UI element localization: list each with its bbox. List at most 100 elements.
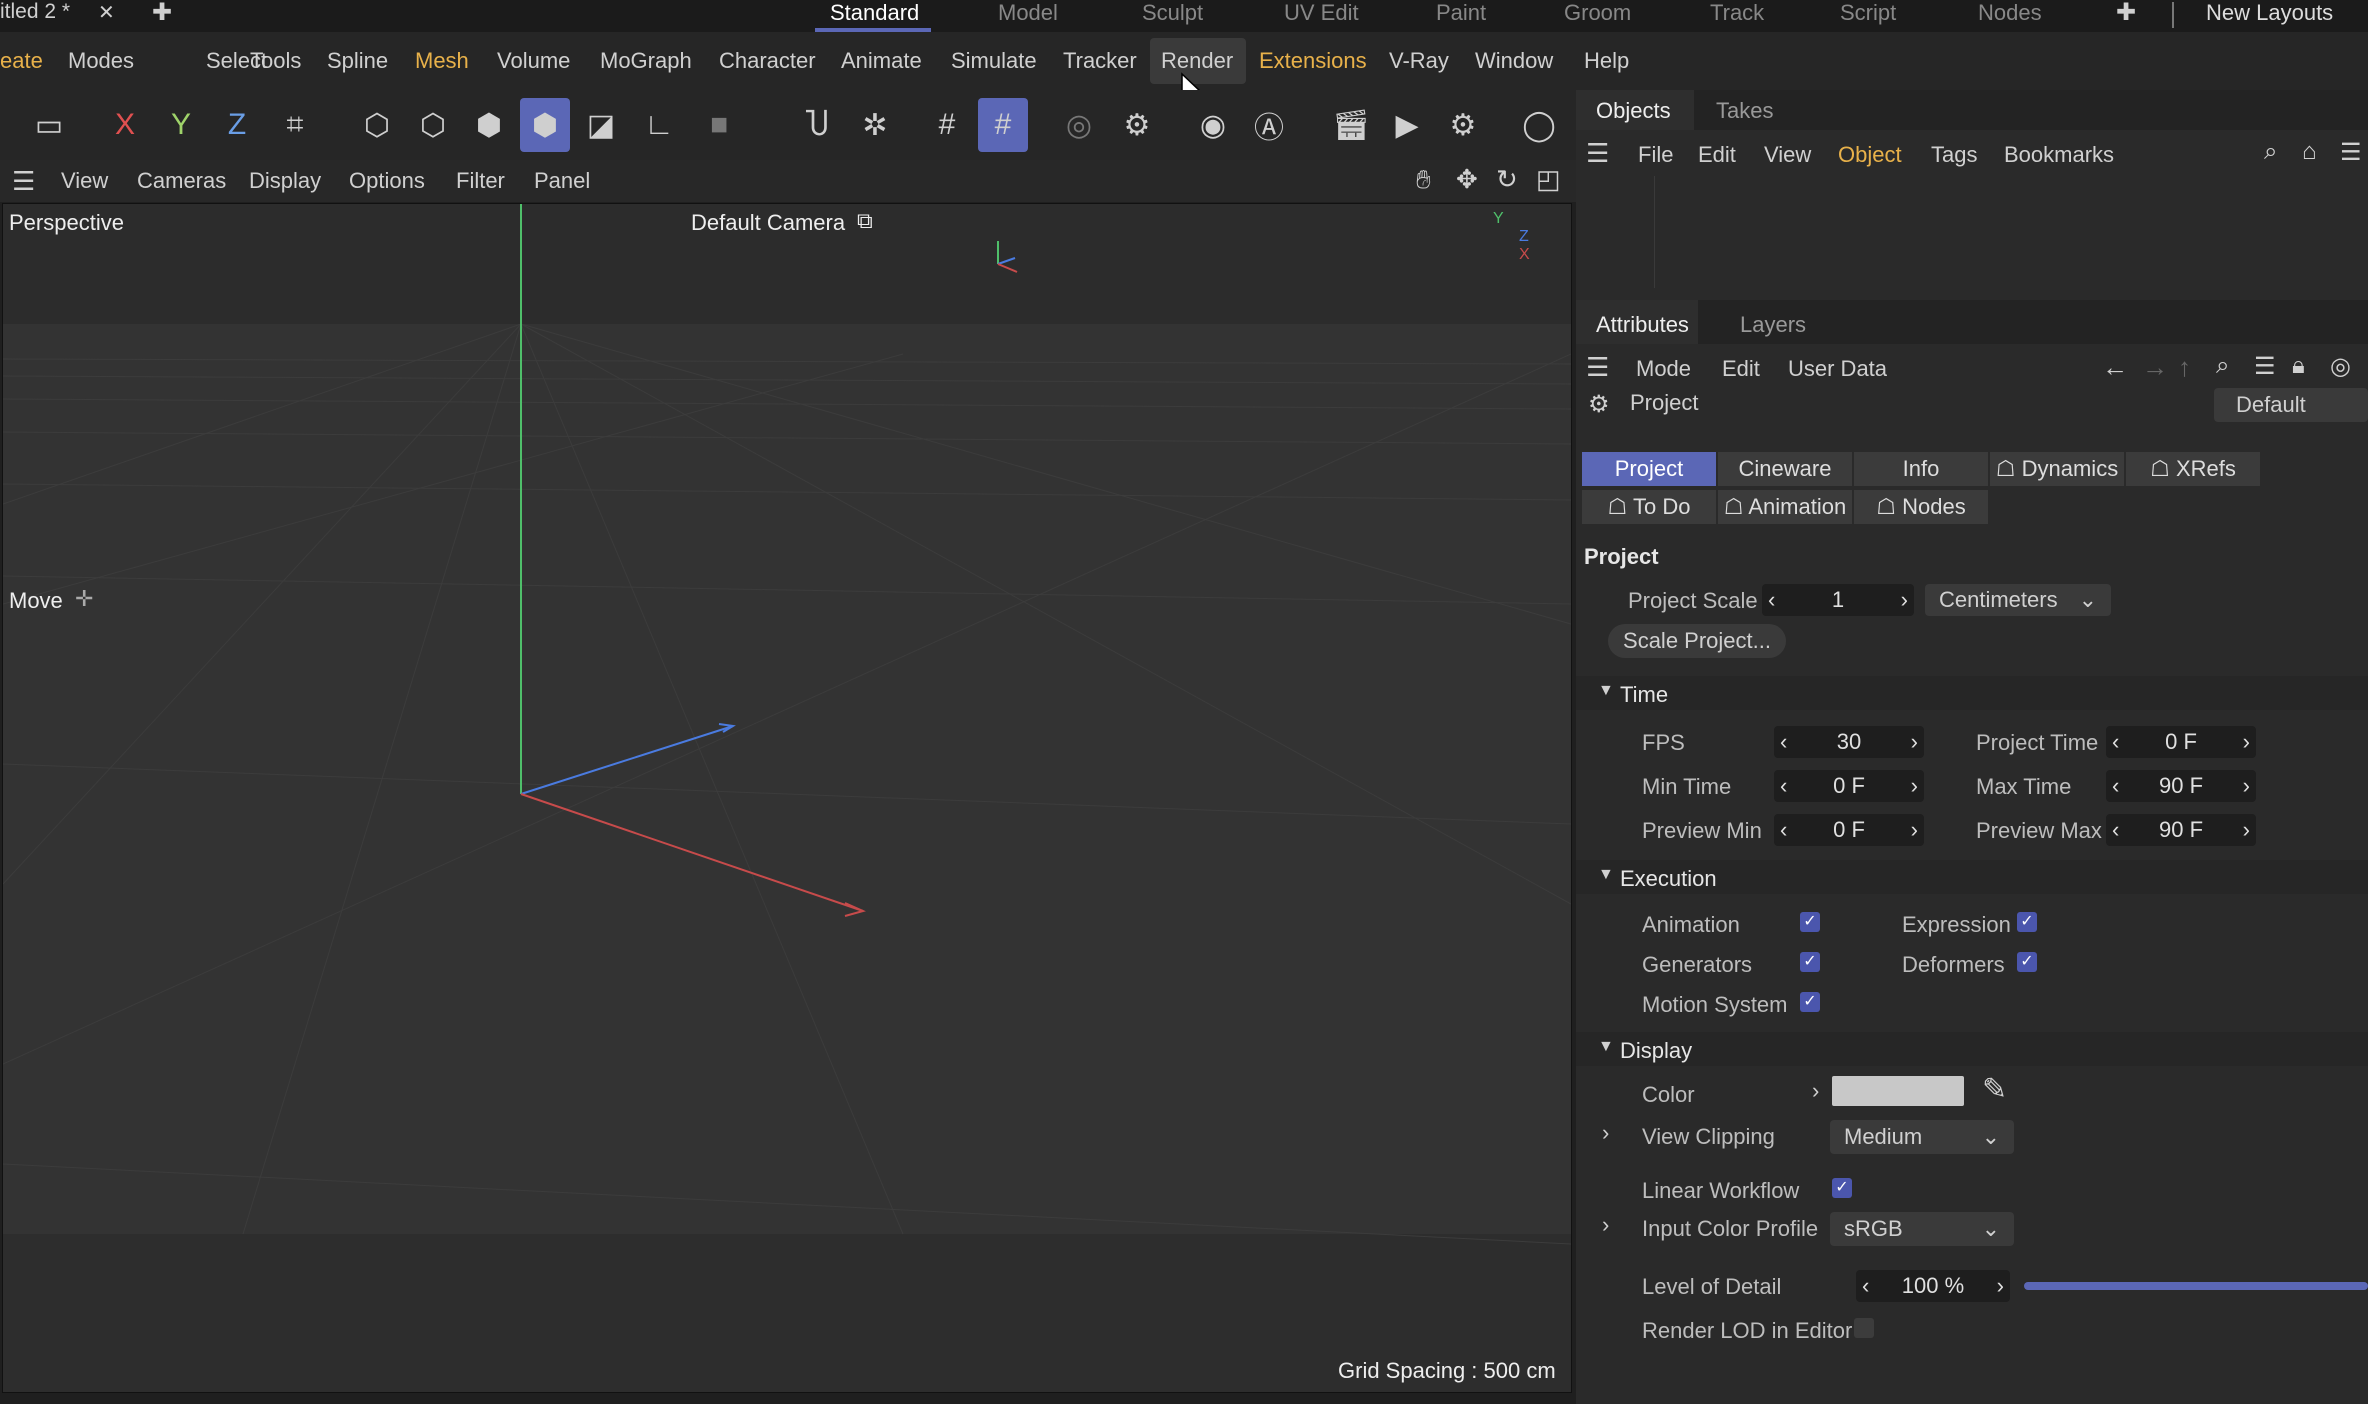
attributes-hamburger-icon[interactable]: ☰: [1586, 352, 1609, 383]
layout-script[interactable]: Script: [1840, 0, 1896, 26]
project-scale-unit-dropdown[interactable]: Centimeters ⌄: [1925, 584, 2111, 616]
snap-settings-icon[interactable]: ✲: [850, 98, 900, 152]
eyedropper-icon[interactable]: ✎: [1982, 1072, 2007, 1107]
viewport-menu-options[interactable]: Options: [349, 168, 425, 194]
tab-todo[interactable]: ☖ To Do: [1582, 490, 1716, 524]
deformers-checkbox[interactable]: ✓: [2017, 952, 2037, 972]
hamburger-menu-icon[interactable]: ☰: [12, 166, 35, 197]
menu-tracker[interactable]: Tracker: [1063, 48, 1137, 74]
lock-icon[interactable]: 🔒︎: [2292, 352, 2305, 380]
solo-mode-icon[interactable]: ■: [694, 98, 744, 152]
preset-dropdown[interactable]: Default: [2214, 388, 2368, 422]
section-time-bar[interactable]: [1576, 676, 2368, 710]
document-tab[interactable]: itled 2 *: [0, 0, 70, 24]
search-icon[interactable]: ⌕: [2264, 138, 2277, 166]
target-icon[interactable]: ◎: [2330, 352, 2351, 381]
linear-workflow-checkbox[interactable]: ✓: [1832, 1178, 1852, 1198]
objects-menu-file[interactable]: File: [1638, 142, 1673, 168]
attributes-filter-icon[interactable]: ☰: [2254, 352, 2276, 381]
layout-nodes[interactable]: Nodes: [1978, 0, 2042, 26]
close-icon[interactable]: ✕: [98, 0, 115, 25]
fps-field[interactable]: ‹ 30 ›: [1774, 726, 1924, 758]
move-view-icon[interactable]: ✥: [1456, 164, 1478, 195]
objects-list[interactable]: [1576, 176, 2368, 288]
menu-window[interactable]: Window: [1475, 48, 1553, 74]
tab-attributes[interactable]: Attributes: [1596, 312, 1689, 338]
attributes-menu-mode[interactable]: Mode: [1636, 356, 1691, 382]
level-of-detail-slider[interactable]: [2024, 1282, 2368, 1290]
layout-track[interactable]: Track: [1710, 0, 1764, 26]
decrement-icon[interactable]: ‹: [1780, 773, 1787, 799]
viewport-menu-panel[interactable]: Panel: [534, 168, 590, 194]
decrement-icon[interactable]: ‹: [1862, 1273, 1869, 1299]
tab-takes[interactable]: Takes: [1716, 98, 1773, 124]
level-of-detail-field[interactable]: ‹ 100 % ›: [1856, 1270, 2010, 1302]
generators-checkbox[interactable]: ✓: [1800, 952, 1820, 972]
attributes-menu-user-data[interactable]: User Data: [1788, 356, 1887, 382]
project-scale-field[interactable]: ‹ 1 ›: [1762, 584, 1914, 616]
render-picture-viewer-icon[interactable]: ▶: [1382, 98, 1432, 152]
project-time-field[interactable]: ‹ 0 F ›: [2106, 726, 2256, 758]
increment-icon[interactable]: ›: [1911, 817, 1918, 843]
expand-arrow-icon[interactable]: ›: [1812, 1078, 1819, 1104]
pan-hand-icon[interactable]: ✋︎: [1416, 164, 1431, 196]
menu-spline[interactable]: Spline: [327, 48, 388, 74]
menu-render[interactable]: Render: [1161, 48, 1233, 74]
viewport-label[interactable]: Perspective: [9, 210, 124, 236]
animation-checkbox[interactable]: ✓: [1800, 912, 1820, 932]
expand-arrow-icon[interactable]: ›: [1602, 1212, 1609, 1238]
axis-mode-icon[interactable]: ∟: [634, 98, 684, 152]
decrement-icon[interactable]: ‹: [2112, 817, 2119, 843]
tab-nodes[interactable]: ☖ Nodes: [1854, 490, 1988, 524]
section-display-bar[interactable]: [1576, 1032, 2368, 1066]
decrement-icon[interactable]: ‹: [1780, 729, 1787, 755]
color-swatch[interactable]: [1832, 1076, 1964, 1106]
tab-dynamics[interactable]: ☖ Dynamics: [1990, 452, 2124, 486]
tab-project[interactable]: Project: [1582, 452, 1716, 486]
maximize-view-icon[interactable]: ◰: [1536, 164, 1561, 195]
layout-groom[interactable]: Groom: [1564, 0, 1631, 26]
min-time-field[interactable]: ‹ 0 F ›: [1774, 770, 1924, 802]
polygons-mode-icon[interactable]: ⬢: [464, 98, 514, 152]
increment-icon[interactable]: ›: [1911, 729, 1918, 755]
menu-tools[interactable]: Tools: [250, 48, 301, 74]
camera-label[interactable]: Default Camera: [691, 210, 845, 236]
objects-menu-edit[interactable]: Edit: [1698, 142, 1736, 168]
menu-create[interactable]: eate: [0, 48, 43, 74]
menu-character[interactable]: Character: [719, 48, 816, 74]
layout-paint[interactable]: Paint: [1436, 0, 1486, 26]
menu-vray[interactable]: V-Ray: [1389, 48, 1449, 74]
objects-menu-bookmarks[interactable]: Bookmarks: [2004, 142, 2114, 168]
add-layout-icon[interactable]: ✚: [2116, 0, 2136, 27]
layout-standard[interactable]: Standard: [830, 0, 919, 26]
texture-mode-icon[interactable]: ◪: [576, 98, 626, 152]
add-tab-icon[interactable]: ✚: [152, 0, 172, 27]
objects-hamburger-icon[interactable]: ☰: [1586, 138, 1609, 169]
decrement-icon[interactable]: ‹: [2112, 773, 2119, 799]
annotation-icon[interactable]: Ⓐ: [1244, 98, 1294, 152]
viewport-perspective[interactable]: Perspective Default Camera ⧉ Y Z X Move …: [2, 203, 1572, 1393]
snap-magnet-icon[interactable]: Ⴎ: [792, 98, 842, 152]
layout-sculpt[interactable]: Sculpt: [1142, 0, 1203, 26]
objects-menu-view[interactable]: View: [1764, 142, 1811, 168]
layout-model[interactable]: Model: [998, 0, 1058, 26]
edit-render-settings-icon[interactable]: ⚙: [1438, 98, 1488, 152]
lock-y-axis-button[interactable]: Y: [156, 98, 206, 152]
menu-animate[interactable]: Animate: [841, 48, 922, 74]
tab-animation[interactable]: ☖ Animation: [1718, 490, 1852, 524]
render-view-icon[interactable]: ◎: [1054, 98, 1104, 152]
scale-project-button[interactable]: Scale Project...: [1608, 624, 1786, 658]
viewport-menu-display[interactable]: Display: [249, 168, 321, 194]
increment-icon[interactable]: ›: [2243, 773, 2250, 799]
filter-icon[interactable]: ☰: [2340, 138, 2362, 167]
tab-cineware[interactable]: Cineware: [1718, 452, 1852, 486]
menu-extensions[interactable]: Extensions: [1259, 48, 1367, 74]
rotate-view-icon[interactable]: ↻: [1496, 164, 1518, 195]
render-lod-checkbox[interactable]: [1854, 1318, 1874, 1338]
expression-checkbox[interactable]: ✓: [2017, 912, 2037, 932]
tab-info[interactable]: Info: [1854, 452, 1988, 486]
increment-icon[interactable]: ›: [1911, 773, 1918, 799]
input-color-profile-dropdown[interactable]: sRGB ⌄: [1830, 1212, 2014, 1246]
workplane-grid-icon[interactable]: #: [978, 98, 1028, 152]
collapse-triangle-icon[interactable]: ▼: [1598, 682, 1614, 700]
